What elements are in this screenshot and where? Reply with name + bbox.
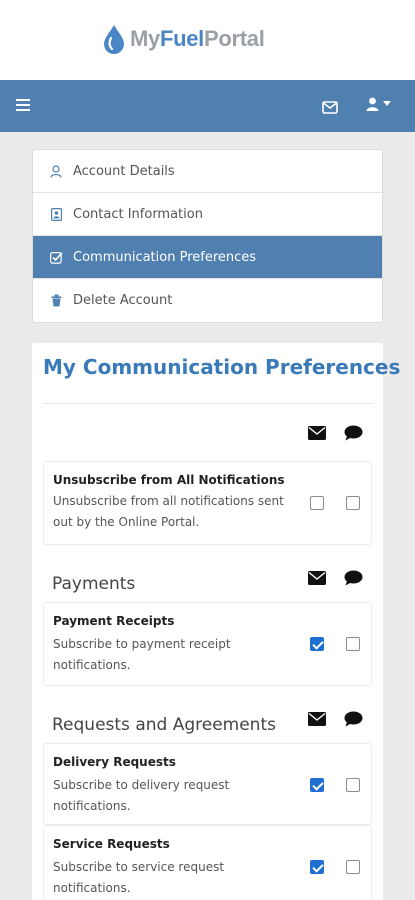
email-checkbox[interactable] [310, 860, 324, 874]
header-logo-bar: MyFuelPortal [0, 0, 415, 80]
menu-item-account-details[interactable]: Account Details [33, 150, 382, 193]
envelope-icon [308, 712, 326, 726]
sms-checkbox[interactable] [346, 637, 360, 651]
contact-card-icon [49, 207, 63, 221]
pref-name: Delivery Requests [53, 755, 176, 769]
messages-button[interactable] [322, 99, 338, 118]
user-menu-button[interactable] [366, 97, 391, 111]
brand-name: MyFuelPortal [130, 26, 265, 51]
pref-name: Payment Receipts [53, 614, 175, 628]
chat-bubble-icon [344, 711, 363, 727]
menu-item-contact-information[interactable]: Contact Information [33, 193, 382, 236]
user-outline-icon [49, 164, 63, 178]
caret-down-icon [383, 101, 391, 106]
user-icon [366, 97, 379, 111]
menu-item-label: Account Details [73, 163, 175, 179]
envelope-icon [322, 101, 338, 114]
pref-description: Unsubscribe from all notifications sent … [53, 494, 284, 529]
email-checkbox[interactable] [310, 496, 324, 510]
menu-item-label: Contact Information [73, 206, 203, 222]
pref-description: Subscribe to service request notificatio… [53, 860, 225, 895]
menu-item-label: Delete Account [73, 293, 173, 308]
pref-name: Unsubscribe from All Notifications [53, 473, 285, 487]
menu-item-communication-preferences[interactable]: Communication Preferences [33, 236, 382, 279]
section-title-requests-agreements: Requests and Agreements [52, 715, 276, 735]
pref-card-unsubscribe-all: Unsubscribe from All Notifications Unsub… [43, 461, 372, 545]
chat-bubble-icon [344, 570, 363, 586]
brand-logo[interactable]: MyFuelPortal [102, 24, 265, 54]
pref-description: Subscribe to delivery request notificati… [53, 778, 230, 813]
hamburger-icon[interactable] [16, 99, 30, 113]
section-title-payments: Payments [52, 574, 136, 594]
menu-item-delete-account[interactable]: Delete Account [33, 279, 382, 322]
menu-item-label: Communication Preferences [73, 249, 257, 265]
divider [43, 403, 372, 404]
account-menu: Account Details Contact Information Comm… [32, 149, 383, 323]
pref-name: Service Requests [53, 837, 170, 851]
pref-card-service-requests: Service Requests Subscribe to service re… [43, 825, 372, 900]
page-title: My Communication Preferences [43, 355, 401, 379]
sms-checkbox[interactable] [346, 496, 360, 510]
email-checkbox[interactable] [310, 637, 324, 651]
chat-bubble-icon [344, 425, 363, 441]
sms-checkbox[interactable] [346, 860, 360, 874]
pref-card-payment-receipts: Payment Receipts Subscribe to payment re… [43, 602, 372, 686]
fuel-drop-icon [104, 25, 124, 54]
pref-card-delivery-requests: Delivery Requests Subscribe to delivery … [43, 743, 372, 825]
envelope-icon [308, 571, 326, 585]
top-navbar [0, 80, 415, 132]
envelope-icon [308, 426, 326, 440]
communication-preferences-panel: My Communication Preferences Unsubscribe… [32, 343, 400, 900]
email-checkbox[interactable] [310, 778, 324, 792]
pref-description: Subscribe to payment receipt notificatio… [53, 637, 231, 672]
trash-icon [49, 294, 63, 308]
sms-checkbox[interactable] [346, 778, 360, 792]
checkbox-check-icon [49, 250, 63, 264]
